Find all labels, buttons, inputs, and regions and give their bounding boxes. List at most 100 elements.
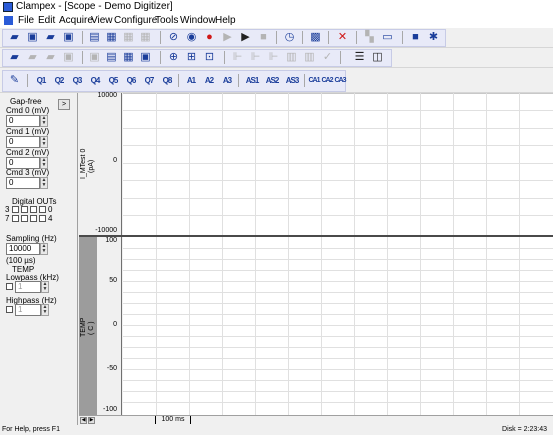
trigger-icon[interactable]: ✱ xyxy=(426,30,441,44)
ca1-button[interactable]: CA1 xyxy=(308,74,320,88)
window-icon[interactable]: ▣ xyxy=(138,50,153,64)
a2-button[interactable]: A2 xyxy=(200,74,218,88)
play-icon[interactable]: ▶ xyxy=(238,30,253,44)
digital-out-5-checkbox[interactable] xyxy=(30,215,37,222)
menu-tools[interactable]: Tools xyxy=(155,15,178,26)
menu-edit[interactable]: Edit xyxy=(38,15,55,26)
highpass-input[interactable]: 1 xyxy=(15,304,41,316)
menu-configure[interactable]: Configure xyxy=(114,15,157,26)
gridline xyxy=(123,215,553,216)
channel0-trace-area[interactable] xyxy=(123,93,553,235)
rerecord-icon[interactable]: ▶ xyxy=(220,30,235,44)
a1-button[interactable]: A1 xyxy=(182,74,200,88)
sampling-input[interactable]: 10000 xyxy=(6,243,40,255)
cmd1-spinner[interactable]: ▲ ▼ xyxy=(40,136,48,148)
ca2-button[interactable]: CA2 xyxy=(321,74,333,88)
grid-icon[interactable]: ▦ xyxy=(138,30,153,44)
cmd0-spinner[interactable]: ▲ ▼ xyxy=(40,115,48,127)
edit-icon[interactable]: ▤ xyxy=(87,30,102,44)
view-icon[interactable]: ▦ xyxy=(121,30,136,44)
print-preview-icon[interactable]: ▦ xyxy=(104,30,119,44)
gridline xyxy=(519,93,520,235)
open-file-icon[interactable]: ▰ xyxy=(7,50,22,64)
q5-button[interactable]: Q5 xyxy=(104,74,122,88)
cmd3-spinner[interactable]: ▲ ▼ xyxy=(40,177,48,189)
zoom-icon[interactable]: ⊕ xyxy=(166,50,181,64)
clampex-window: Clampex - [Scope - Demo Digitizer] File … xyxy=(0,0,553,435)
clipboard-icon[interactable]: ▰ xyxy=(25,50,40,64)
copy-icon[interactable]: ▰ xyxy=(43,50,58,64)
sampling-spinner[interactable]: ▲ ▼ xyxy=(40,243,48,255)
digital-out-1-checkbox[interactable] xyxy=(30,206,37,213)
lowpass-checkbox[interactable] xyxy=(6,283,13,290)
cursor-icon[interactable]: ⊩ xyxy=(230,50,245,64)
window-split-icon[interactable]: ☰ xyxy=(352,50,367,64)
save-protocol-icon[interactable]: ▣ xyxy=(61,30,76,44)
as2-button[interactable]: AS2 xyxy=(262,74,282,88)
menu-view[interactable]: View xyxy=(91,15,113,26)
digital-out-0-checkbox[interactable] xyxy=(39,206,46,213)
tile-icon[interactable]: ◫ xyxy=(370,50,385,64)
lowpass-input[interactable]: 1 xyxy=(15,281,41,293)
digital-out-2-checkbox[interactable] xyxy=(21,206,28,213)
menu-file[interactable]: File xyxy=(18,15,34,26)
digital-out-4-checkbox[interactable] xyxy=(39,215,46,222)
channel1-tick-neg50: -50 xyxy=(106,365,117,372)
channel1-trace-area[interactable] xyxy=(123,237,553,415)
q6-button[interactable]: Q6 xyxy=(122,74,140,88)
document-system-icon[interactable] xyxy=(4,16,13,25)
stop-icon[interactable]: ■ xyxy=(256,30,271,44)
q3-button[interactable]: Q3 xyxy=(68,74,86,88)
record-icon[interactable]: ● xyxy=(202,30,217,44)
q8-button[interactable]: Q8 xyxy=(158,74,176,88)
zoom-out-icon[interactable]: ⊞ xyxy=(184,50,199,64)
timer-icon[interactable]: ◷ xyxy=(282,30,297,44)
export-icon[interactable]: ■ xyxy=(408,30,423,44)
list-icon[interactable]: ▦ xyxy=(121,50,136,64)
seal-test-icon[interactable]: ▚ xyxy=(362,30,377,44)
cmd0-input[interactable]: 0 xyxy=(6,115,40,127)
view-only-icon[interactable]: ◉ xyxy=(184,30,199,44)
scroll-right-icon[interactable]: ▶ xyxy=(88,417,95,424)
q7-button[interactable]: Q7 xyxy=(140,74,158,88)
membrane-wand-icon[interactable]: ✎ xyxy=(7,73,22,87)
ruler-icon[interactable]: ▥ xyxy=(284,50,299,64)
panel-toggle-button[interactable]: > xyxy=(58,99,70,110)
digital-out-6-checkbox[interactable] xyxy=(21,215,28,222)
q2-button[interactable]: Q2 xyxy=(50,74,68,88)
a3-button[interactable]: A3 xyxy=(218,74,236,88)
menu-acquire[interactable]: Acquire xyxy=(59,15,93,26)
q4-button[interactable]: Q4 xyxy=(86,74,104,88)
lab-bench-icon[interactable]: ✕ xyxy=(335,30,350,44)
fit-icon[interactable]: ⊩ xyxy=(266,50,281,64)
digital-out-3-checkbox[interactable] xyxy=(12,206,19,213)
ca3-button[interactable]: CA3 xyxy=(334,74,346,88)
time-scale-label: 100 ms xyxy=(161,416,185,423)
gridline xyxy=(123,391,553,392)
junction-icon[interactable]: ▭ xyxy=(380,30,395,44)
cmd3-input[interactable]: 0 xyxy=(6,177,40,189)
pan-icon[interactable]: ⊡ xyxy=(202,50,217,64)
sweep-icon[interactable]: ▥ xyxy=(302,50,317,64)
as3-button[interactable]: AS3 xyxy=(282,74,302,88)
digital-out-7-checkbox[interactable] xyxy=(12,215,19,222)
paste-icon[interactable]: ▣ xyxy=(61,50,76,64)
as1-button[interactable]: AS1 xyxy=(242,74,262,88)
open-protocol-icon[interactable]: ▰ xyxy=(43,30,58,44)
menu-help[interactable]: Help xyxy=(215,15,236,26)
scroll-left-icon[interactable]: ◀ xyxy=(80,417,87,424)
open-icon[interactable]: ▰ xyxy=(7,30,22,44)
abort-icon[interactable]: ⊘ xyxy=(166,30,181,44)
q1-button[interactable]: Q1 xyxy=(32,74,50,88)
membrane-test-icon[interactable]: ▩ xyxy=(308,30,323,44)
measure-icon[interactable]: ⊩ xyxy=(248,50,263,64)
print-icon[interactable]: ▣ xyxy=(87,50,102,64)
check-icon[interactable]: ✓ xyxy=(320,50,335,64)
highpass-spinner[interactable]: ▲ ▼ xyxy=(41,304,49,316)
menu-window[interactable]: Window xyxy=(180,15,216,26)
cmd1-input[interactable]: 0 xyxy=(6,136,40,148)
highpass-checkbox[interactable] xyxy=(6,306,13,313)
save-icon[interactable]: ▣ xyxy=(25,30,40,44)
lowpass-spinner[interactable]: ▲ ▼ xyxy=(41,281,49,293)
lock-icon[interactable]: ▤ xyxy=(104,50,119,64)
